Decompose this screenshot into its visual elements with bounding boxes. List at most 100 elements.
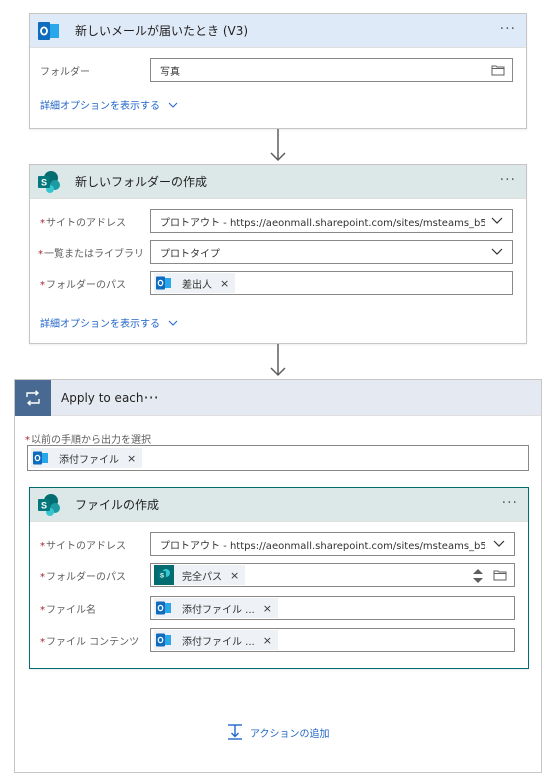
- attachment-content-token-label: 添付ファイル ...: [182, 636, 255, 648]
- token-remove-button[interactable]: ×: [263, 602, 272, 615]
- create-folder-more-menu-button[interactable]: ···: [500, 172, 516, 188]
- file-content-field[interactable]: 添付ファイル ... ×: [150, 628, 515, 652]
- attachments-token-label: 添付ファイル: [59, 454, 119, 466]
- file-name-field[interactable]: 添付ファイル ... ×: [150, 596, 515, 620]
- file-name-label-text: ファイル名: [46, 605, 96, 616]
- attachment-name-token[interactable]: 添付ファイル ... ×: [154, 598, 278, 618]
- outlook-icon: [154, 598, 174, 618]
- file-content-label-text: ファイル コンテンツ: [46, 637, 140, 648]
- trigger-more-menu-button[interactable]: ···: [500, 21, 516, 37]
- create-file-card-header[interactable]: S ファイルの作成 ···: [30, 488, 528, 522]
- attachment-content-token[interactable]: 添付ファイル ... ×: [154, 630, 278, 650]
- outlook-icon: [154, 273, 174, 293]
- sharepoint-icon: S: [33, 166, 65, 198]
- required-mark: *: [40, 541, 45, 552]
- sender-token-label: 差出人: [182, 279, 212, 291]
- outlook-icon: [33, 15, 65, 47]
- chevron-down-icon: [168, 102, 178, 108]
- outlook-icon: [31, 448, 51, 468]
- folder-picker-icon[interactable]: [491, 64, 505, 76]
- chevron-down-icon: [491, 248, 503, 255]
- connector-arrow-icon: [270, 129, 286, 162]
- required-mark: *: [40, 218, 45, 229]
- create-folder-card[interactable]: S 新しいフォルダーの作成 ··· *サイトのアドレス プロトアウト - htt…: [29, 164, 527, 344]
- library-label-text: 一覧またはライブラリ: [44, 249, 144, 260]
- flow-canvas: 新しいメールが届いたとき (V3) ··· フォルダー 写真 詳細オプションを表…: [0, 0, 553, 780]
- full-path-token[interactable]: S 完全パス ×: [154, 565, 246, 585]
- create-folder-advanced-options-link[interactable]: 詳細オプションを表示する: [40, 315, 178, 330]
- svg-text:S: S: [41, 500, 47, 510]
- sharepoint-icon: S: [33, 489, 65, 521]
- create-folder-advanced-options-label: 詳細オプションを表示する: [40, 319, 160, 330]
- site-value: プロトアウト - https://aeonmall.sharepoint.com…: [160, 217, 485, 229]
- apply-to-each-more-menu-button[interactable]: ···: [144, 388, 159, 407]
- folder-path-row: *フォルダーのパス 差出人 ×: [30, 271, 526, 297]
- file-name-label: *ファイル名: [40, 601, 96, 616]
- library-row: *一覧またはライブラリ プロトタイプ: [30, 240, 526, 266]
- file-content-row: *ファイル コンテンツ 添付ファイル ... ×: [30, 628, 528, 654]
- required-mark: *: [40, 572, 45, 583]
- chevron-down-icon: [491, 217, 503, 224]
- token-remove-button[interactable]: ×: [127, 452, 136, 465]
- file-site-address-dropdown[interactable]: プロトアウト - https://aeonmall.sharepoint.com…: [150, 532, 515, 556]
- required-mark: *: [38, 249, 43, 260]
- svg-text:S: S: [160, 574, 164, 580]
- site-address-dropdown[interactable]: プロトアウト - https://aeonmall.sharepoint.com…: [150, 209, 513, 233]
- file-site-label: *サイトのアドレス: [40, 537, 126, 552]
- folder-picker-icon[interactable]: [493, 569, 507, 581]
- folder-field[interactable]: 写真: [150, 58, 513, 82]
- file-folder-path-row: *フォルダーのパス S 完全パス ×: [30, 563, 528, 589]
- create-folder-title: 新しいフォルダーの作成: [75, 175, 208, 189]
- create-folder-card-header[interactable]: S 新しいフォルダーの作成 ···: [30, 165, 526, 199]
- library-label: *一覧またはライブラリ: [38, 245, 144, 260]
- chevron-down-icon: [168, 320, 178, 326]
- folder-label: フォルダー: [40, 67, 90, 78]
- file-site-row: *サイトのアドレス プロトアウト - https://aeonmall.shar…: [30, 532, 528, 558]
- trigger-card[interactable]: 新しいメールが届いたとき (V3) ··· フォルダー 写真 詳細オプションを表…: [29, 13, 527, 129]
- file-site-value: プロトアウト - https://aeonmall.sharepoint.com…: [160, 540, 485, 552]
- folder-path-field[interactable]: 差出人 ×: [150, 271, 513, 295]
- attachment-name-token-label: 添付ファイル ...: [182, 604, 255, 616]
- outlook-icon: [154, 630, 174, 650]
- token-remove-button[interactable]: ×: [263, 634, 272, 647]
- library-value: プロトタイプ: [160, 248, 220, 260]
- folder-row: フォルダー 写真: [30, 58, 526, 84]
- trigger-advanced-options-link[interactable]: 詳細オプションを表示する: [40, 97, 178, 112]
- library-dropdown[interactable]: プロトタイプ: [150, 240, 513, 264]
- apply-to-each-title: Apply to each: [61, 390, 144, 405]
- trigger-title: 新しいメールが届いたとき (V3): [75, 24, 249, 38]
- create-file-card[interactable]: S ファイルの作成 ··· *サイトのアドレス プロトアウト - https:/…: [29, 487, 529, 669]
- required-mark: *: [40, 280, 45, 291]
- svg-text:S: S: [41, 177, 47, 187]
- trigger-advanced-options-label: 詳細オプションを表示する: [40, 101, 160, 112]
- file-site-label-text: サイトのアドレス: [46, 541, 126, 552]
- site-label: *サイトのアドレス: [40, 214, 126, 229]
- chevron-down-icon: [493, 540, 505, 547]
- sort-arrows-icon[interactable]: [472, 567, 484, 585]
- required-mark: *: [40, 637, 45, 648]
- add-action-label: アクションの追加: [250, 728, 330, 740]
- file-folder-path-field[interactable]: S 完全パス ×: [150, 563, 515, 587]
- sender-token[interactable]: 差出人 ×: [154, 273, 236, 293]
- token-remove-button[interactable]: ×: [230, 569, 239, 582]
- add-action-icon: [228, 724, 242, 740]
- token-remove-button[interactable]: ×: [220, 277, 229, 290]
- apply-to-each-container[interactable]: Apply to each ··· *以前の手順から出力を選択 添付ファイル ×: [14, 379, 542, 773]
- create-file-title: ファイルの作成: [75, 498, 160, 512]
- site-row: *サイトのアドレス プロトアウト - https://aeonmall.shar…: [30, 209, 526, 235]
- file-content-label: *ファイル コンテンツ: [40, 633, 139, 648]
- attachments-token[interactable]: 添付ファイル ×: [31, 448, 143, 468]
- create-file-more-menu-button[interactable]: ···: [502, 495, 518, 511]
- file-folder-path-label: *フォルダーのパス: [40, 568, 126, 583]
- full-path-token-label: 完全パス: [182, 571, 222, 583]
- connector-arrow-icon: [270, 344, 286, 377]
- select-output-label: *以前の手順から出力を選択: [25, 431, 151, 446]
- file-folder-path-label-text: フォルダーのパス: [46, 572, 126, 583]
- select-output-field[interactable]: 添付ファイル ×: [27, 445, 529, 471]
- add-action-button[interactable]: アクションの追加: [226, 723, 330, 741]
- folder-path-label: *フォルダーのパス: [40, 276, 126, 291]
- trigger-card-header[interactable]: 新しいメールが届いたとき (V3) ···: [30, 14, 526, 48]
- folder-path-label-text: フォルダーのパス: [46, 280, 126, 291]
- apply-to-each-header[interactable]: Apply to each ···: [15, 379, 541, 416]
- loop-icon: [15, 379, 51, 416]
